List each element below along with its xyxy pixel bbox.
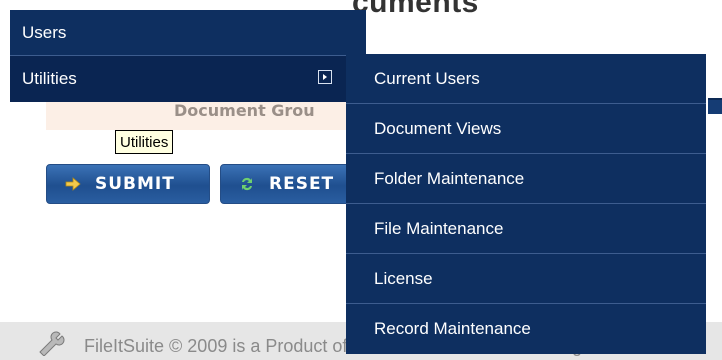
hint-label: Document Grou	[174, 101, 315, 120]
submenu-item-label: License	[374, 268, 433, 288]
submenu-item-license[interactable]: License	[346, 254, 706, 304]
menu-item-label: Utilities	[22, 69, 77, 88]
submenu-item-document-views[interactable]: Document Views	[346, 104, 706, 154]
submit-button[interactable]: SUBMIT	[46, 164, 210, 204]
arrow-right-icon	[65, 177, 81, 191]
utilities-submenu: Current Users Document Views Folder Main…	[346, 54, 706, 354]
submenu-item-label: File Maintenance	[374, 218, 504, 238]
submenu-item-label: Record Maintenance	[374, 319, 531, 338]
tooltip: Utilities	[115, 130, 174, 154]
main-menu: Users Utilities	[10, 10, 366, 102]
submenu-item-file-maintenance[interactable]: File Maintenance	[346, 204, 706, 254]
wrench-icon	[36, 330, 66, 360]
submit-label: SUBMIT	[95, 174, 175, 194]
menu-item-label: Users	[22, 22, 67, 42]
reset-button[interactable]: RESET	[220, 164, 360, 204]
refresh-icon	[239, 176, 255, 192]
submenu-item-label: Document Views	[374, 118, 502, 138]
submenu-item-record-maintenance[interactable]: Record Maintenance	[346, 304, 706, 354]
menu-item-users[interactable]: Users	[10, 10, 366, 56]
reset-label: RESET	[269, 174, 335, 194]
submenu-item-current-users[interactable]: Current Users	[346, 54, 706, 104]
submenu-item-folder-maintenance[interactable]: Folder Maintenance	[346, 154, 706, 204]
header-strip	[708, 100, 722, 114]
page-title: cuments	[352, 0, 479, 19]
chevron-right-icon	[318, 70, 332, 84]
submenu-item-label: Current Users	[374, 68, 480, 88]
submenu-item-label: Folder Maintenance	[374, 168, 525, 188]
menu-item-utilities[interactable]: Utilities	[10, 56, 366, 102]
